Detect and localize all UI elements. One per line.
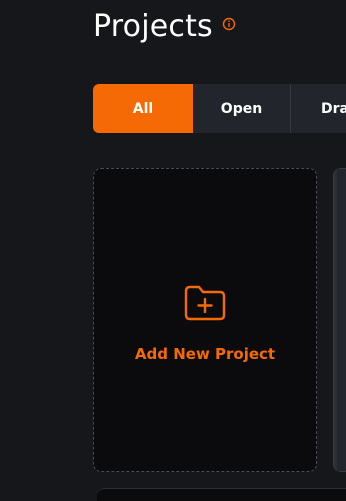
info-icon[interactable] (222, 16, 236, 31)
page-header: Projects (93, 8, 236, 48)
project-card-partial[interactable] (333, 168, 346, 472)
page-title: Projects (93, 9, 213, 44)
tab-open[interactable]: Open (193, 84, 291, 133)
add-new-project-label: Add New Project (134, 345, 276, 363)
add-new-project-card[interactable]: Add New Project (93, 168, 317, 472)
tab-all-label: All (132, 100, 154, 117)
folder-plus-icon (182, 283, 228, 323)
tab-draft[interactable]: Dra (291, 84, 346, 133)
tab-draft-label: Dra (321, 100, 346, 117)
filter-tabs: All Open Dra (93, 84, 346, 133)
tab-all[interactable]: All (93, 84, 193, 133)
tab-open-label: Open (220, 100, 263, 117)
project-card-body (337, 169, 346, 471)
